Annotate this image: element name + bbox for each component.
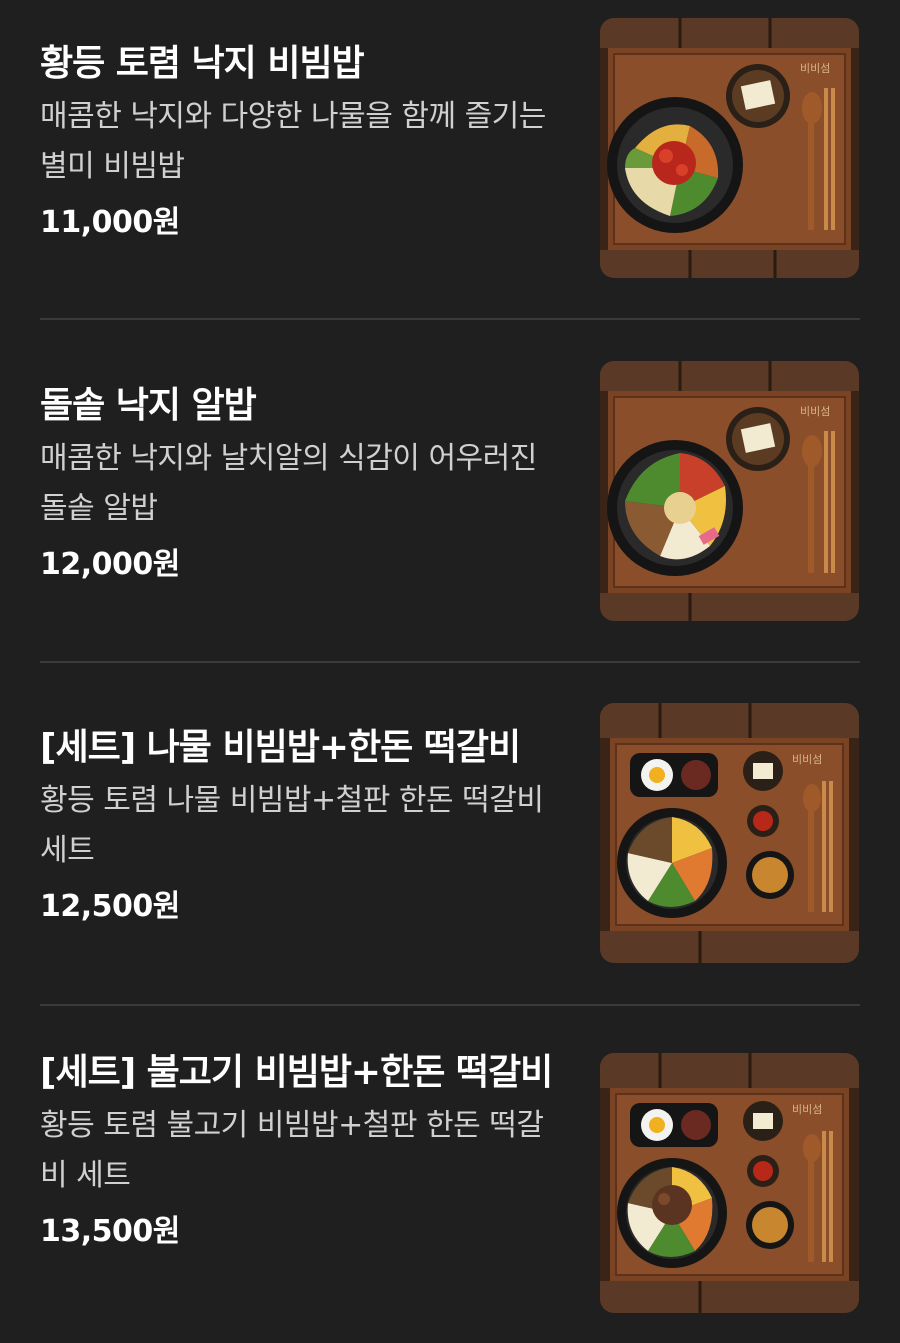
tray-logo-text: 비비섬 [792,1103,822,1116]
menu-item-price: 12,000원 [40,547,180,582]
octopus-fish-roe-rice-image[interactable]: 비비섬 [600,361,859,621]
menu-item-description: 황등 토렴 불고기 비빔밥+철판 한돈 떡갈비 세트 [40,1108,544,1193]
menu-item-title: 돌솥 낙지 알밥 [40,385,257,426]
octopus-bibimbap-image[interactable]: 비비섬 [600,18,859,278]
menu-item-title: [세트] 나물 비빔밥+한돈 떡갈비 [40,727,521,768]
bulgogi-bibimbap-tteokgalbi-set-image[interactable]: 비비섬 [600,1053,859,1313]
tray-logo-text: 비비섬 [800,62,830,75]
menu-item-text: [세트] 나물 비빔밥+한돈 떡갈비 황등 토렴 나물 비빔밥+철판 한돈 떡갈… [40,722,560,932]
menu-item-description: 매콤한 낙지와 다양한 나물을 함께 즐기는 별미 비빔밥 [40,99,546,184]
menu-item-price: 12,500원 [40,889,180,924]
divider [40,318,860,320]
menu-item-title: 황등 토렴 낙지 비빔밥 [40,43,365,84]
menu-list: 황등 토렴 낙지 비빔밥 매콤한 낙지와 다양한 나물을 함께 즐기는 별미 비… [0,0,900,1343]
divider [40,661,860,663]
menu-item-price: 13,500원 [40,1214,180,1249]
tray-logo-text: 비비섬 [800,405,830,418]
menu-item-title: [세트] 불고기 비빔밥+한돈 떡갈비 [40,1052,553,1093]
menu-item-description: 황등 토렴 나물 비빔밥+철판 한돈 떡갈비 세트 [40,783,544,868]
menu-item-price: 11,000원 [40,205,180,240]
menu-item-text: 돌솥 낙지 알밥 매콤한 낙지와 날치알의 식감이 어우러진 돌솥 알밥 12,… [40,380,560,590]
menu-item-text: [세트] 불고기 비빔밥+한돈 떡갈비 황등 토렴 불고기 비빔밥+철판 한돈 … [40,1047,560,1257]
divider [40,1004,860,1006]
namul-bibimbap-tteokgalbi-set-image[interactable]: 비비섬 [600,703,859,963]
tray-logo-text: 비비섬 [792,753,822,766]
menu-item-description: 매콤한 낙지와 날치알의 식감이 어우러진 돌솥 알밥 [40,441,537,526]
menu-item-text: 황등 토렴 낙지 비빔밥 매콤한 낙지와 다양한 나물을 함께 즐기는 별미 비… [40,38,560,248]
